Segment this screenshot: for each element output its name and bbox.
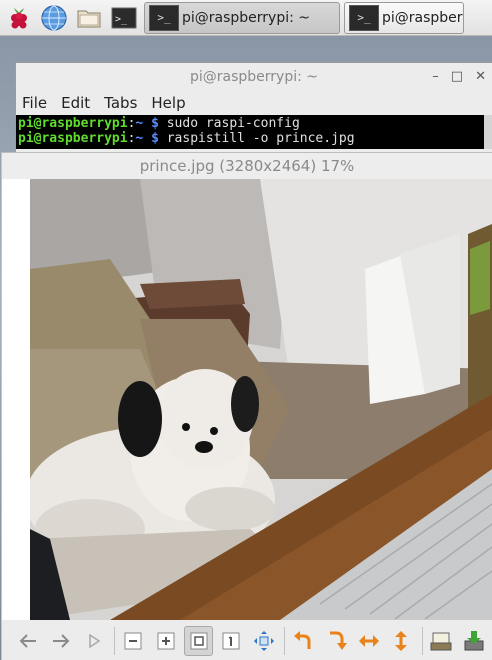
prompt-dir: ~ (135, 116, 144, 131)
terminal-scrollbar[interactable] (484, 115, 492, 149)
zoom-in-icon[interactable] (152, 626, 181, 656)
fullscreen-icon[interactable] (250, 626, 279, 656)
terminal-output[interactable]: pi@raspberrypi:~ $ sudo raspi-config pi@… (16, 115, 492, 149)
viewer-toolbar (2, 620, 492, 660)
prompt-sigil: $ (151, 131, 159, 146)
viewer-titlebar[interactable]: prince.jpg (3280x2464) 17% (2, 153, 492, 179)
original-size-icon[interactable] (217, 626, 246, 656)
back-icon[interactable] (14, 626, 43, 656)
terminal-menubar: File Edit Tabs Help (16, 91, 492, 115)
command-text: raspistill -o prince.jpg (166, 131, 355, 146)
photo-dog-on-chair (30, 179, 492, 620)
terminal-line: pi@raspberrypi:~ $ sudo raspi-config (18, 116, 490, 131)
terminal-icon: >_ (349, 4, 379, 31)
minimize-button[interactable]: – (432, 69, 439, 84)
flip-horizontal-icon[interactable] (354, 626, 383, 656)
terminal-icon[interactable]: >_ (108, 2, 140, 34)
image-canvas[interactable] (2, 179, 492, 620)
toolbar-separator (421, 626, 423, 655)
menu-edit[interactable]: Edit (61, 94, 90, 112)
globe-icon[interactable] (38, 2, 70, 34)
taskbar: >_ >_ pi@raspberrypi: ~ >_ pi@raspberryp… (0, 0, 492, 36)
prompt-user: pi@raspberrypi (18, 116, 128, 131)
terminal-line: pi@raspberrypi:~ $ raspistill -o prince.… (18, 131, 490, 146)
fit-window-icon[interactable] (184, 625, 213, 656)
rotate-left-icon[interactable] (289, 626, 318, 656)
save-file-icon[interactable] (459, 626, 488, 656)
taskbar-task-terminal-1[interactable]: >_ pi@raspberrypi: ~ (144, 1, 340, 34)
svg-text:>_: >_ (115, 14, 128, 25)
menu-help[interactable]: Help (151, 94, 185, 112)
window-title: prince.jpg (3280x2464) 17% (139, 157, 355, 175)
terminal-window: pi@raspberrypi: ~ – □ ✕ File Edit Tabs H… (15, 62, 492, 162)
menu-tabs[interactable]: Tabs (104, 94, 137, 112)
prompt-dir: ~ (135, 131, 144, 146)
close-button[interactable]: ✕ (475, 69, 486, 84)
flip-vertical-icon[interactable] (387, 626, 416, 656)
prompt-sigil: $ (151, 116, 159, 131)
maximize-button[interactable]: □ (451, 69, 463, 84)
play-icon[interactable] (79, 626, 108, 656)
rotate-right-icon[interactable] (322, 626, 351, 656)
zoom-out-icon[interactable] (119, 626, 148, 656)
task-label: pi@raspberrypi: ~ (182, 9, 311, 26)
open-file-icon[interactable] (427, 626, 456, 656)
terminal-icon: >_ (149, 4, 179, 31)
command-text: sudo raspi-config (166, 116, 300, 131)
image-viewer-window: prince.jpg (3280x2464) 17% (1, 152, 492, 660)
toolbar-separator (284, 626, 286, 655)
taskbar-task-terminal-2[interactable]: >_ pi@raspberrypi: ~ (344, 1, 464, 34)
forward-icon[interactable] (47, 626, 76, 656)
menu-file[interactable]: File (22, 94, 47, 112)
folder-icon[interactable] (73, 2, 105, 34)
window-title: pi@raspberrypi: ~ (189, 69, 319, 85)
terminal-titlebar[interactable]: pi@raspberrypi: ~ – □ ✕ (16, 63, 492, 91)
raspberry-icon[interactable] (3, 2, 35, 34)
toolbar-separator (113, 626, 115, 655)
task-label: pi@raspberrypi: ~ (382, 9, 463, 26)
prompt-user: pi@raspberrypi (18, 131, 128, 146)
